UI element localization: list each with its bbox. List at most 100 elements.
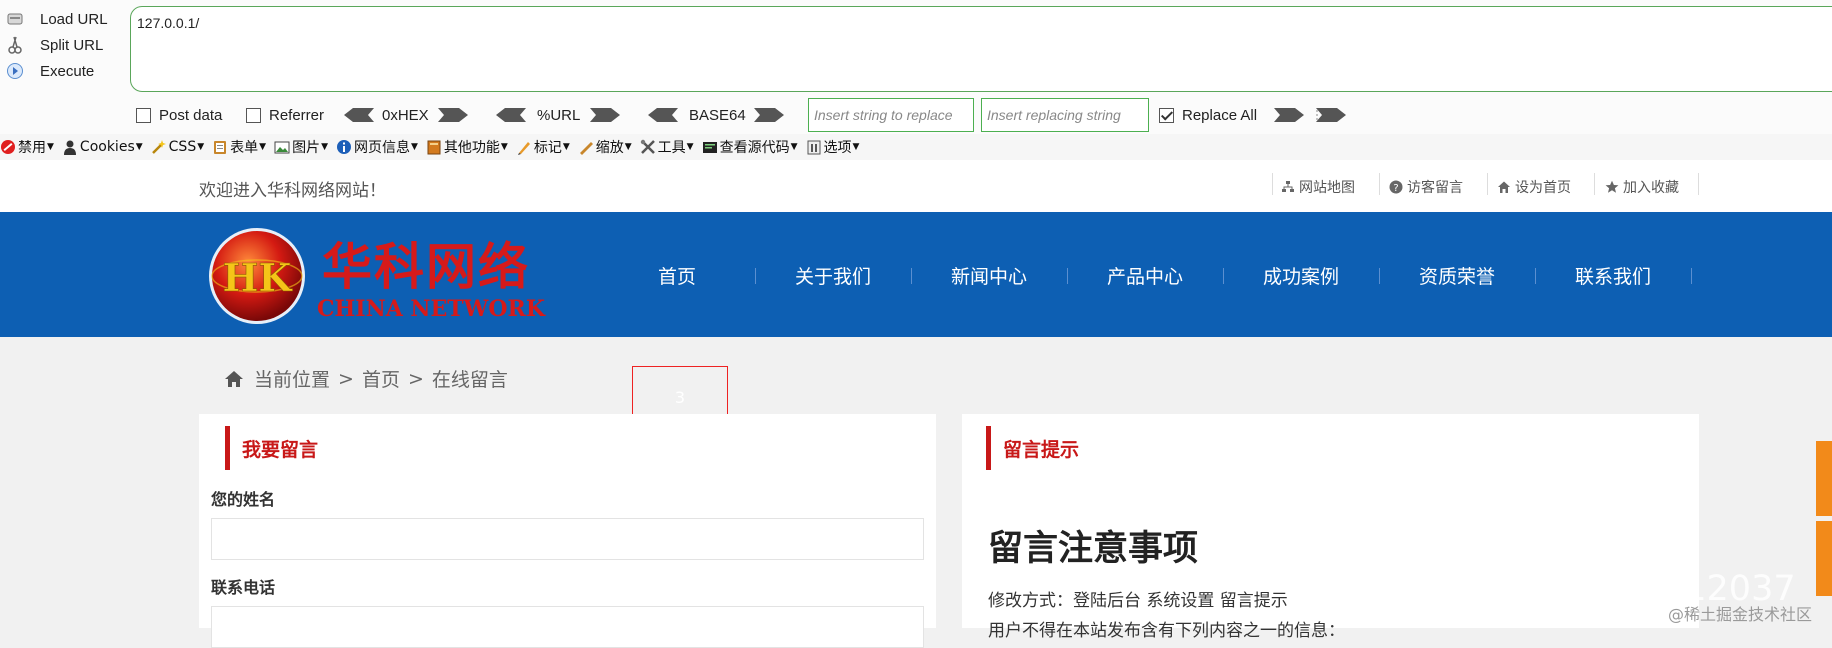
svg-text:华科网络: 华科网络 <box>322 237 530 296</box>
notice-line: 修改方式：登陆后台 系统设置 留言提示 <box>988 591 1288 611</box>
nav-products[interactable]: 产品中心 <box>1107 262 1183 289</box>
devbar-label: 查看源代码 <box>719 140 790 156</box>
execute-icon <box>4 60 26 82</box>
divider <box>1698 173 1699 195</box>
devbar-item-source[interactable]: 查看源代码 ▼ <box>702 137 798 157</box>
site-logo[interactable]: HK 华科网络 CHINA NETWORK <box>207 224 567 324</box>
bookmark-link[interactable]: 加入收藏 <box>1605 177 1679 197</box>
load-url-button[interactable]: Load URL <box>4 8 108 30</box>
home-icon <box>1498 181 1510 193</box>
divider <box>1379 173 1380 195</box>
load-url-icon <box>4 8 26 30</box>
nav-divider <box>1379 268 1380 284</box>
hex-encode-button[interactable] <box>438 98 468 132</box>
nav-cases[interactable]: 成功案例 <box>1263 262 1339 289</box>
breadcrumb-home-link[interactable]: 首页 <box>362 365 400 392</box>
side-float-tab[interactable] <box>1816 521 1832 596</box>
devbar-item-misc[interactable]: 其他功能 ▼ <box>426 137 508 157</box>
devbar-label: 网页信息 <box>353 140 410 156</box>
source-icon <box>702 142 717 153</box>
breadcrumb-separator: > <box>407 367 424 390</box>
hex-decode-button[interactable] <box>344 98 374 132</box>
replace-dotted-button[interactable] <box>1316 98 1346 132</box>
devbar-item-outline[interactable]: 标记 ▼ <box>516 137 570 157</box>
main-navbar: HK 华科网络 CHINA NETWORK 首页 关于我们 新闻中心 产品中心 … <box>0 212 1832 337</box>
disable-icon <box>1 140 15 154</box>
cookie-icon <box>63 140 76 155</box>
replace-string-input[interactable]: Insert replacing string <box>981 98 1149 132</box>
devbar-item-forms[interactable]: 表单 ▼ <box>212 137 266 157</box>
base64-label: BASE64 <box>689 106 746 124</box>
breadcrumb: 当前位置 > 首页 > 在线留言 <box>224 365 508 392</box>
replace-all-checkbox[interactable]: Replace All <box>1159 98 1257 132</box>
nav-honors[interactable]: 资质荣誉 <box>1419 262 1495 289</box>
replace-all-check-icon <box>1159 107 1174 123</box>
arrow-right-icon <box>754 108 784 122</box>
info-icon <box>336 140 351 154</box>
url-textarea[interactable]: 127.0.0.1/ <box>130 6 1832 92</box>
devbar-label: 表单 <box>230 140 259 156</box>
nav-divider <box>911 268 912 284</box>
notice-heading: 留言注意事项 <box>988 529 1199 569</box>
sitemap-link[interactable]: 网站地图 <box>1281 177 1355 197</box>
nav-divider <box>1691 268 1692 284</box>
nav-news[interactable]: 新闻中心 <box>951 262 1027 289</box>
svg-text:HK: HK <box>223 255 294 300</box>
welcome-text: 欢迎进入华科网络网站！ <box>199 181 386 201</box>
base64-decode-button[interactable] <box>648 98 678 132</box>
name-input[interactable] <box>211 518 924 560</box>
devbar-label: 禁用 <box>18 140 46 156</box>
url-encode-button[interactable] <box>590 98 620 132</box>
notice-panel-title: 留言提示 <box>986 426 1079 470</box>
highlight-box-text: 3 <box>674 387 686 407</box>
arrow-left-icon <box>496 108 526 122</box>
nav-divider <box>1535 268 1536 284</box>
nav-contact[interactable]: 联系我们 <box>1575 262 1651 289</box>
devbar-item-resize[interactable]: 缩放 ▼ <box>578 137 632 157</box>
replace-all-label: Replace All <box>1182 106 1258 124</box>
referrer-checkbox[interactable]: Referrer <box>246 98 324 132</box>
star-icon <box>1605 180 1619 193</box>
watermark-text: @稀土掘金技术社区 <box>1668 605 1813 624</box>
referrer-label: Referrer <box>269 106 325 124</box>
nav-about[interactable]: 关于我们 <box>795 262 871 289</box>
find-string-input[interactable]: Insert string to replace <box>808 98 974 132</box>
arrow-left-icon <box>344 108 374 122</box>
split-url-button[interactable]: Split URL <box>4 34 103 56</box>
arrow-right-icon <box>1274 108 1304 122</box>
home-icon <box>225 370 243 387</box>
devbar-item-css[interactable]: CSS ▼ <box>151 139 204 155</box>
css-icon <box>151 140 166 154</box>
post-data-check-icon <box>136 107 151 123</box>
devbar-label: 选项 <box>823 140 852 156</box>
replace-button[interactable] <box>1274 98 1304 132</box>
url-decode-button[interactable] <box>496 98 526 132</box>
site-top-bar: 欢迎进入华科网络网站！ 网站地图 ? 访客留言 设为首页 加入收藏 <box>0 160 1832 212</box>
devbar-item-disable[interactable]: 禁用 ▼ <box>0 137 54 157</box>
base64-encode-button[interactable] <box>754 98 784 132</box>
arrow-left-icon <box>648 108 678 122</box>
devbar-item-info[interactable]: 网页信息 ▼ <box>336 137 418 157</box>
hex-label: 0xHEX <box>382 106 429 124</box>
sitemap-icon <box>1282 181 1294 192</box>
devbar-label: 工具 <box>657 140 686 156</box>
devbar-item-options[interactable]: 选项 ▼ <box>806 137 859 157</box>
phone-input[interactable] <box>211 606 924 648</box>
form-icon <box>214 141 227 154</box>
post-data-checkbox[interactable]: Post data <box>136 98 222 132</box>
arrow-right-icon <box>590 108 620 122</box>
side-float-tab[interactable] <box>1816 441 1832 516</box>
devbar-label: Cookies <box>79 139 135 155</box>
set-home-label: 设为首页 <box>1515 180 1571 196</box>
nav-home[interactable]: 首页 <box>658 262 696 289</box>
options-icon <box>807 140 821 155</box>
breadcrumb-separator: > <box>338 367 354 390</box>
devbar-item-tools[interactable]: 工具 ▼ <box>640 137 694 157</box>
set-home-link[interactable]: 设为首页 <box>1497 177 1571 197</box>
guestbook-link[interactable]: ? 访客留言 <box>1389 177 1463 197</box>
arrow-right-dotted-icon <box>1316 108 1346 122</box>
execute-button[interactable]: Execute <box>4 60 94 82</box>
devbar-item-cookies[interactable]: Cookies ▼ <box>62 139 143 155</box>
question-icon: ? <box>1389 180 1403 194</box>
devbar-item-images[interactable]: 图片 ▼ <box>274 137 328 157</box>
